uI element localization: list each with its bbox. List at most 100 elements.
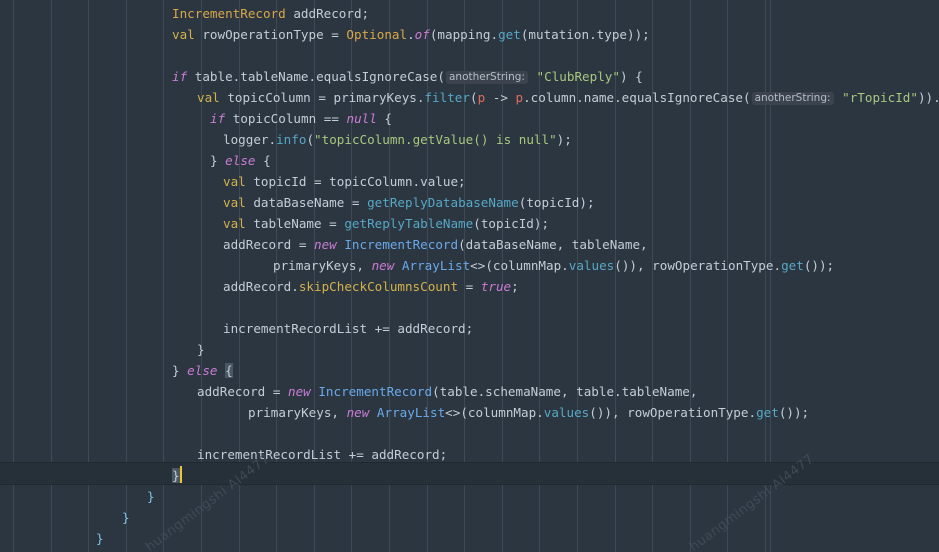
code-token: values	[543, 405, 590, 420]
code-token: get	[498, 27, 521, 42]
code-token: "rTopicId"	[842, 90, 918, 105]
code-token: else	[187, 363, 218, 378]
code-line[interactable]: }	[168, 465, 180, 486]
code-line[interactable]: incrementRecordList += addRecord;	[219, 318, 473, 339]
code-token: new	[346, 405, 370, 420]
code-token: topicColumn ==	[225, 111, 347, 126]
code-token: table.tableName.	[187, 69, 317, 84]
code-token: getReplyDatabaseName	[367, 195, 519, 210]
code-line[interactable]: incrementRecordList += addRecord;	[193, 444, 447, 465]
code-token: (mutation.type));	[520, 27, 650, 42]
code-token: (	[469, 90, 478, 105]
code-token: skipCheckColumnsCount	[298, 279, 459, 294]
code-token: ArrayList	[401, 258, 471, 273]
code-token: }	[197, 342, 205, 357]
code-token: addRecord =	[197, 384, 288, 399]
code-token: getReplyTableName	[344, 216, 474, 231]
code-token: IncrementRecord	[318, 384, 433, 399]
code-line[interactable]: if topicColumn == null {	[206, 108, 392, 129]
code-token: info	[276, 132, 307, 147]
code-token: topicId = topicColumn.value;	[245, 174, 466, 189]
code-token: new	[288, 384, 311, 399]
code-token: of	[414, 27, 430, 42]
code-token: primaryKeys,	[248, 405, 347, 420]
code-line[interactable]: if table.tableName.equalsIgnoreCase(anot…	[168, 66, 643, 87]
code-token: ()), rowOperationType.	[589, 405, 757, 420]
code-token: val	[172, 27, 195, 42]
code-token: true	[480, 279, 512, 294]
code-token: ());	[803, 258, 835, 273]
code-line[interactable]: addRecord = new IncrementRecord(table.sc…	[193, 381, 697, 402]
code-token: <>(columnMap.	[470, 258, 569, 273]
code-line[interactable]: }	[118, 507, 130, 528]
code-token: }	[172, 468, 180, 483]
code-token: ArrayList	[376, 405, 446, 420]
code-token: (topicId);	[518, 195, 595, 210]
code-token: }	[147, 489, 155, 504]
code-token: values	[568, 258, 615, 273]
code-line[interactable]: val dataBaseName = getReplyDatabaseName(…	[219, 192, 595, 213]
code-token: addRecord =	[223, 237, 314, 252]
code-token: filter	[424, 90, 470, 105]
code-token: if	[210, 111, 226, 126]
code-token: val	[223, 195, 246, 210]
code-line[interactable]: } else {	[206, 150, 271, 171]
code-token: if	[172, 69, 188, 84]
code-line[interactable]: val topicColumn = primaryKeys.filter(p -…	[193, 87, 939, 108]
code-token: (dataBaseName, tableName,	[458, 237, 648, 252]
code-token: {	[255, 153, 271, 168]
code-token: incrementRecordList += addRecord;	[223, 321, 474, 336]
code-token: (topicId);	[473, 216, 550, 231]
code-token: logger	[223, 132, 269, 147]
code-line[interactable]: logger.info("topicColumn.getValue() is n…	[219, 129, 572, 150]
code-token: val	[223, 174, 246, 189]
code-line[interactable]: val tableName = getReplyTableName(topicI…	[219, 213, 549, 234]
code-text-layer[interactable]: IncrementRecord addRecord; val rowOperati…	[0, 0, 939, 552]
code-line[interactable]: }	[92, 528, 104, 549]
code-token: {	[225, 363, 233, 378]
code-token: ->	[485, 90, 516, 105]
code-line[interactable]: primaryKeys, new ArrayList<>(columnMap.v…	[269, 255, 834, 276]
code-line[interactable]: IncrementRecord addRecord;	[168, 3, 369, 24]
code-line[interactable]	[168, 45, 172, 66]
code-line[interactable]	[193, 423, 197, 444]
code-token: ;	[511, 279, 519, 294]
code-token: (table.schemaName, table.tableName,	[432, 384, 698, 399]
code-token: addRecord.	[223, 279, 299, 294]
code-token: incrementRecordList += addRecord;	[197, 447, 448, 462]
code-token: primaryKeys,	[273, 258, 372, 273]
code-token: =	[458, 279, 481, 294]
code-line[interactable]: addRecord = new IncrementRecord(dataBase…	[219, 234, 648, 255]
code-token: }	[122, 510, 130, 525]
code-token: "ClubReply"	[536, 69, 620, 84]
code-line[interactable]: addRecord.skipCheckColumnsCount = true;	[219, 276, 519, 297]
code-line[interactable]: } else {	[168, 360, 233, 381]
code-token: addRecord;	[285, 6, 370, 21]
code-editor-canvas[interactable]: IncrementRecord addRecord; val rowOperati…	[0, 0, 939, 552]
code-token: tableName =	[245, 216, 345, 231]
code-token: equalsIgnoreCase	[316, 69, 438, 84]
code-token: "topicColumn.getValue() is null"	[314, 132, 557, 147]
code-token: .	[407, 27, 415, 42]
code-token: IncrementRecord	[344, 237, 459, 252]
code-token: rowOperationType =	[194, 27, 347, 42]
code-line[interactable]: val rowOperationType = Optional.of(mappi…	[168, 24, 650, 45]
code-token: ()), rowOperationType.	[614, 258, 782, 273]
code-token: new	[371, 258, 395, 273]
code-line[interactable]: }	[193, 339, 205, 360]
parameter-hint-badge: anotherString:	[446, 71, 528, 84]
code-token: else	[225, 153, 256, 168]
code-token: val	[223, 216, 246, 231]
code-line[interactable]: }	[143, 486, 155, 507]
code-line[interactable]: primaryKeys, new ArrayList<>(columnMap.v…	[244, 402, 809, 423]
code-token: get	[781, 258, 804, 273]
code-token: }	[210, 153, 226, 168]
code-token: <>(columnMap.	[445, 405, 544, 420]
code-token: (	[743, 90, 751, 105]
code-line[interactable]: val topicId = topicColumn.value;	[219, 171, 466, 192]
code-line[interactable]	[219, 297, 223, 318]
code-token: ) {	[619, 69, 643, 84]
code-token: {	[376, 111, 393, 126]
